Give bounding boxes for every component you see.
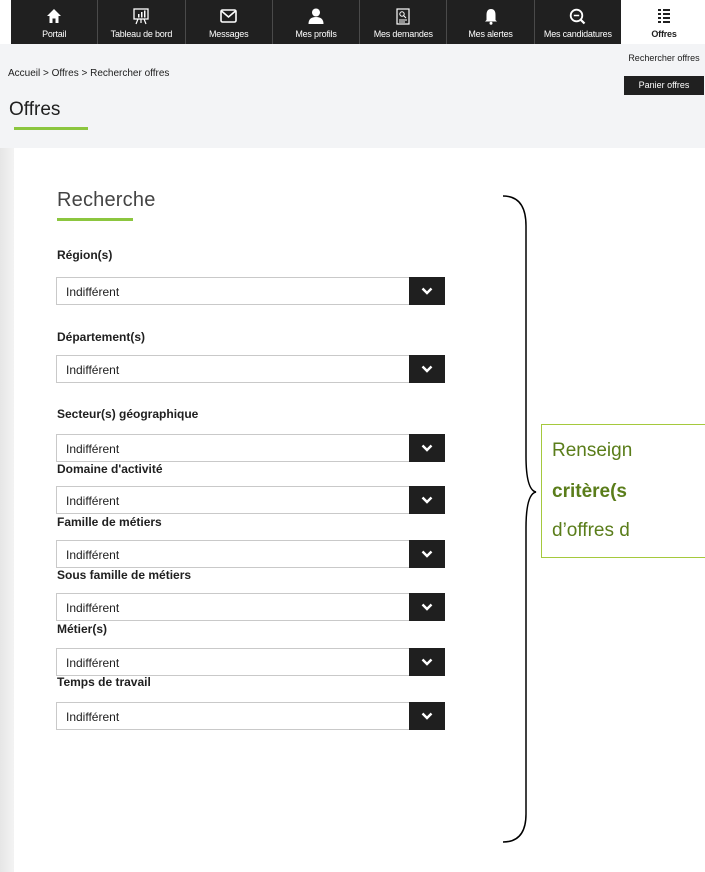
dashboard-icon [132,7,150,25]
callout-line: d’offres d [552,520,630,541]
nav-item-mes-alertes[interactable]: Mes alertes [447,0,535,44]
title-underline [14,127,88,130]
field-label-regions: Région(s) [57,248,113,262]
curly-brace [502,195,537,843]
field-label-departements: Département(s) [57,330,146,344]
select-famille[interactable]: Indifférent [56,540,445,568]
nav-label: Offres [651,29,677,39]
select-value: Indifférent [66,494,120,508]
search-section-title: Recherche [57,189,156,211]
list-icon [655,7,673,25]
select-secteurs[interactable]: Indifférent [56,434,445,462]
select-value: Indifférent [66,710,120,724]
select-temps-de-travail[interactable]: Indifférent [56,702,445,730]
nav-label: Mes alertes [468,29,513,39]
user-icon [307,7,325,25]
field-label-domaine: Domaine d'activité [57,462,163,476]
select-sous-famille[interactable]: Indifférent [56,593,445,621]
home-icon [45,7,63,25]
nav-label: Portail [42,29,67,39]
select-value: Indifférent [66,442,120,456]
nav-item-messages[interactable]: Messages [186,0,273,44]
breadcrumb-separator: > [78,68,91,79]
field-label-secteurs: Secteur(s) géographique [57,407,199,421]
chevron-down-icon[interactable] [409,648,445,676]
chevron-down-icon[interactable] [409,540,445,568]
callout-line: Renseign [552,440,633,461]
bell-icon [482,7,500,25]
section-underline [57,218,133,221]
nav-item-mes-candidatures[interactable]: Mes candidatures [535,0,621,44]
envelope-icon [220,7,238,25]
chevron-down-icon[interactable] [409,434,445,462]
nav-item-tableau-de-bord[interactable]: Tableau de bord [98,0,186,44]
nav-label: Mes demandes [373,29,433,39]
left-edge-strip [0,148,14,872]
page-header [0,44,705,148]
submenu-panier-offres[interactable]: Panier offres [624,76,704,95]
select-value: Indifférent [66,363,120,377]
select-value: Indifférent [66,656,120,670]
chevron-down-icon[interactable] [409,702,445,730]
select-value: Indifférent [66,285,120,299]
field-label-metiers: Métier(s) [57,622,108,636]
nav-item-offres[interactable]: Offres [624,0,704,44]
nav-label: Mes candidatures [543,29,612,39]
field-label-famille: Famille de métiers [57,515,162,529]
nav-item-mes-demandes[interactable]: Mes demandes [360,0,448,44]
chevron-down-icon[interactable] [409,486,445,514]
document-icon [394,7,412,25]
callout-box: Renseign critère(s d’offres d [541,424,705,558]
nav-label: Tableau de bord [110,29,173,39]
field-label-sous-famille: Sous famille de métiers [57,568,192,582]
nav-item-portail[interactable]: Portail [11,0,99,44]
field-label-temps-de-travail: Temps de travail [57,675,151,689]
nav-label: Messages [208,29,249,39]
search-icon [569,7,587,25]
select-metiers[interactable]: Indifférent [56,648,445,676]
top-navigation: Portail Tableau de bord Messages Mes pro… [11,0,621,44]
chevron-down-icon[interactable] [409,355,445,383]
select-value: Indifférent [66,601,120,615]
select-regions[interactable]: Indifférent [56,277,445,305]
submenu-rechercher-offres[interactable]: Rechercher offres [624,53,704,63]
nav-item-mes-profils[interactable]: Mes profils [273,0,361,44]
breadcrumb-current: Rechercher offres [90,68,170,79]
nav-label: Mes profils [295,29,337,39]
page-title: Offres [9,99,61,120]
breadcrumb-offres[interactable]: Offres [52,68,79,79]
select-departements[interactable]: Indifférent [56,355,445,383]
chevron-down-icon[interactable] [409,593,445,621]
select-domaine[interactable]: Indifférent [56,486,445,514]
callout-line: critère(s [552,481,627,502]
select-value: Indifférent [66,548,120,562]
breadcrumb-separator: > [40,68,52,79]
breadcrumb: Accueil > Offres > Rechercher offres [8,68,169,79]
breadcrumb-home[interactable]: Accueil [8,68,40,79]
chevron-down-icon[interactable] [409,277,445,305]
